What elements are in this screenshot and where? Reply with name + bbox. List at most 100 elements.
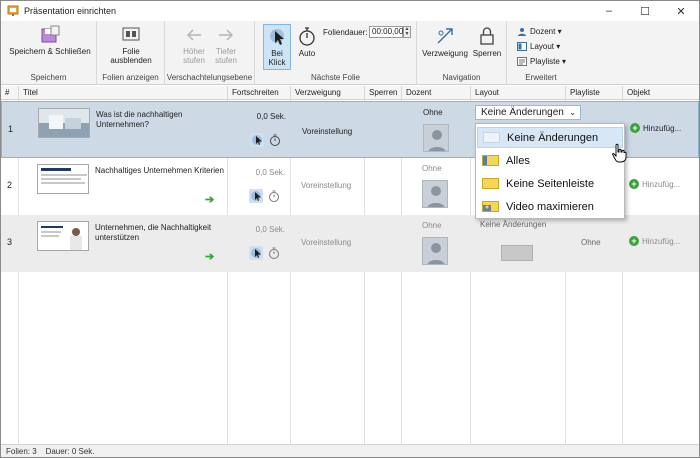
advance-timer-icon[interactable] (268, 133, 282, 147)
header-layout[interactable]: Layout (471, 86, 566, 100)
duration-spinner[interactable]: ▲ ▼ (403, 26, 411, 38)
duration-label-text: Foliendauer: (323, 28, 368, 37)
layout-option-label: Alles (506, 154, 530, 167)
row-number: 3 (7, 237, 13, 247)
lock-button[interactable]: Sperren (471, 25, 503, 58)
duration-input[interactable]: 00:00,00 (369, 26, 403, 38)
header-advance[interactable]: Fortschreiten (228, 86, 291, 100)
table-row[interactable]: 3 Unternehmen, die Nachhaltigkeit unters… (1, 215, 699, 272)
presenter-avatar[interactable] (422, 180, 448, 208)
arrow-right-icon (219, 29, 234, 41)
auto-button[interactable]: Auto (293, 25, 321, 58)
layout-option-no-changes[interactable]: Keine Änderungen (477, 127, 623, 148)
group-save: Speichern & Schließen Speichern (1, 21, 97, 85)
presenter-value[interactable]: Ohne (422, 164, 442, 173)
header-object[interactable]: Objekt (623, 86, 699, 100)
header-title[interactable]: Titel (19, 86, 228, 100)
header-number[interactable]: # (1, 86, 19, 100)
header-presenter[interactable]: Dozent (402, 86, 471, 100)
window-title: Präsentation einrichten (24, 6, 117, 16)
presenter-value[interactable]: Ohne (422, 221, 442, 230)
layout-combobox-value: Keine Änderungen (481, 107, 564, 118)
slide-thumbnail (37, 221, 89, 251)
maximize-button[interactable]: ☐ (627, 1, 663, 21)
presenter-menu-label: Dozent (530, 27, 556, 36)
presenter-value[interactable]: Ohne (423, 108, 443, 117)
save-close-button[interactable]: Speichern & Schließen (7, 25, 93, 56)
maximize-video-icon (482, 201, 499, 212)
group-navigation-label: Navigation (442, 73, 481, 82)
presenter-icon (517, 27, 527, 36)
layout-option-all[interactable]: Alles (477, 150, 623, 171)
branch-value[interactable]: Voreinstellung (302, 127, 352, 136)
group-slides-label: Folien anzeigen (102, 73, 159, 82)
group-advanced-label: Erweitert (525, 73, 557, 82)
layout-option-label: Keine Seitenleiste (506, 177, 595, 190)
add-object-button[interactable]: + Hinzufüg... (629, 179, 680, 189)
group-nesting-label: Verschachtelungsebene (166, 73, 253, 82)
layout-option-maximize-video[interactable]: Video maximieren (477, 196, 623, 217)
presenter-menu[interactable]: Dozent ▾ (517, 25, 562, 38)
advance-on-click-icon[interactable] (249, 189, 263, 203)
layout-option-no-sidebar[interactable]: Keine Seitenleiste (477, 173, 623, 194)
playlist-menu-label: Playliste (530, 57, 560, 66)
layout-combobox[interactable]: Keine Änderungen ⌄ (475, 105, 581, 120)
arrow-left-icon (186, 29, 201, 41)
advance-on-click-icon[interactable] (250, 133, 264, 147)
promote-line2: stufen (183, 56, 205, 65)
save-close-label: Speichern & Schließen (9, 47, 91, 56)
group-nesting: Höher stufen Tiefer stufen Verschachtelu… (165, 21, 255, 85)
cursor-click-icon (270, 29, 284, 45)
presenter-avatar[interactable] (423, 124, 449, 152)
layout-option-label: Keine Änderungen (507, 131, 599, 144)
playlist-menu[interactable]: Playliste ▾ (517, 55, 566, 68)
layout-icon (517, 42, 527, 51)
advance-time: 0,0 Sek. (255, 225, 285, 234)
slide-title: Was ist die nachhaltigen Unternehmen? (96, 110, 183, 129)
header-playlist[interactable]: Playliste (566, 86, 623, 100)
indent-arrow-icon: ➔ (205, 194, 215, 206)
presentation-setup-window: Präsentation einrichten – ☐ ✕ Speichern … (0, 0, 700, 458)
close-button[interactable]: ✕ (663, 1, 699, 21)
minimize-button[interactable]: – (591, 1, 627, 21)
branch-button[interactable]: Verzweigung (421, 25, 469, 58)
add-icon: + (629, 236, 639, 246)
app-icon (7, 5, 19, 17)
ribbon: Speichern & Schließen Speichern Folie au… (1, 21, 699, 85)
layout-option-label: Video maximieren (506, 200, 594, 213)
demote-line2: stufen (215, 56, 237, 65)
layout-value[interactable]: Keine Änderungen (480, 220, 546, 229)
lock-icon (480, 27, 494, 45)
header-lock[interactable]: Sperren (365, 86, 402, 100)
hide-slide-button[interactable]: Folie ausblenden (103, 25, 159, 65)
lock-label: Sperren (472, 49, 502, 58)
playlist-value[interactable]: Ohne (581, 238, 601, 247)
advance-on-click-icon[interactable] (249, 246, 263, 260)
layout-menu[interactable]: Layout ▾ (517, 40, 560, 53)
advance-timer-icon[interactable] (267, 246, 281, 260)
advance-time: 0,0 Sek. (256, 112, 286, 121)
auto-label: Auto (298, 49, 316, 58)
add-object-button[interactable]: + Hinzufüg... (630, 123, 681, 133)
branch-value[interactable]: Voreinstellung (301, 238, 351, 247)
layout-preview (501, 245, 533, 261)
branch-value[interactable]: Voreinstellung (301, 181, 351, 190)
on-click-line2: Klick (268, 58, 286, 67)
on-click-button[interactable]: Bei Klick (263, 24, 291, 70)
add-icon: + (629, 179, 639, 189)
all-layout-icon (482, 155, 499, 166)
hide-slide-icon (122, 27, 140, 41)
demote-button[interactable]: Tiefer stufen (211, 25, 241, 65)
add-object-button[interactable]: + Hinzufüg... (629, 236, 680, 246)
advance-timer-icon[interactable] (267, 189, 281, 203)
slide-title: Nachhaltiges Unternehmen Kriterien (95, 166, 224, 175)
demote-line1: Tiefer (215, 47, 237, 56)
add-object-label: Hinzufüg... (642, 179, 681, 189)
presenter-avatar[interactable] (422, 237, 448, 265)
promote-button[interactable]: Höher stufen (179, 25, 209, 65)
chevron-down-icon: ⌄ (569, 108, 576, 117)
group-save-label: Speichern (30, 73, 67, 82)
playlist-icon (517, 57, 527, 66)
header-branch[interactable]: Verzweigung (291, 86, 365, 100)
group-advanced: Dozent ▾ Layout ▾ Playliste ▾ Erweitert (507, 21, 575, 85)
